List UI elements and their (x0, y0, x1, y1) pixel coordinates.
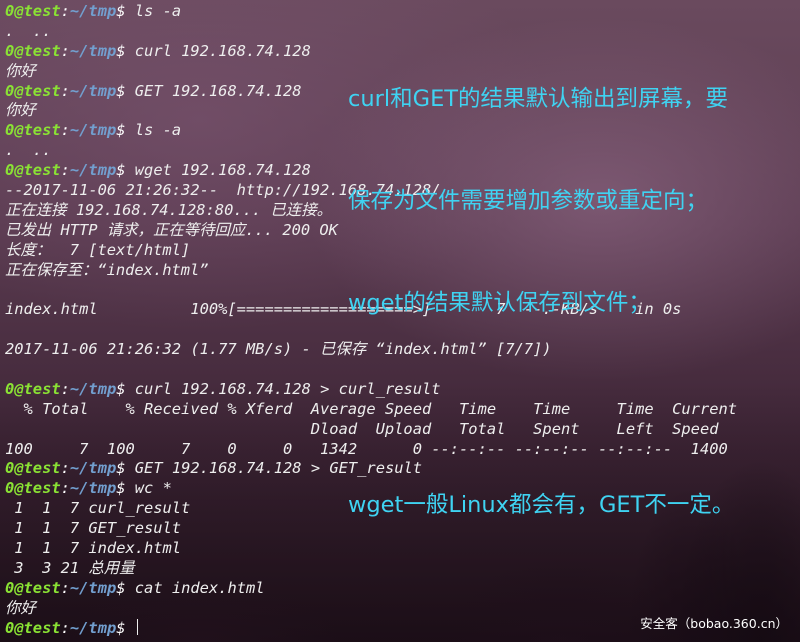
command-text: ls -a (125, 121, 182, 140)
prompt-user: 0@test (5, 41, 61, 60)
prompt-user: 0@test (5, 81, 61, 100)
prompt-path: ~/tmp (69, 578, 117, 597)
prompt-separator: : (60, 161, 70, 180)
prompt-separator: : (60, 81, 70, 100)
watermark: 安全客（bobao.360.cn） (640, 616, 788, 631)
command-line: 0@test:~/tmp$ cat index.html (5, 579, 800, 599)
command-text (126, 619, 135, 637)
annotation-line-4: wget一般Linux都会有，GET不一定。 (348, 492, 735, 518)
prompt-dollar: $ (116, 161, 126, 180)
prompt-user: 0@test (5, 578, 61, 597)
command-text: GET 192.168.74.128 (125, 81, 302, 100)
prompt-dollar: $ (116, 41, 126, 60)
prompt-separator: : (60, 459, 70, 478)
prompt-user: 0@test (5, 618, 61, 637)
prompt-separator: : (60, 578, 70, 597)
prompt-separator: : (60, 41, 70, 60)
prompt-user: 0@test (5, 2, 61, 20)
prompt-dollar: $ (116, 578, 126, 597)
prompt-separator: : (60, 479, 70, 498)
prompt-separator: : (60, 379, 70, 398)
prompt-dollar: $ (116, 618, 126, 637)
annotation-line-2: 保存为文件需要增加参数或重定向； (348, 188, 709, 214)
prompt-path: ~/tmp (69, 161, 117, 180)
prompt-separator: : (60, 618, 70, 637)
prompt-path: ~/tmp (69, 618, 117, 637)
prompt-user: 0@test (5, 379, 61, 398)
command-text: cat index.html (125, 578, 265, 597)
prompt-path: ~/tmp (69, 41, 117, 60)
prompt-dollar: $ (116, 81, 126, 100)
annotation-text: curl和GET的结果默认输出到屏幕，要 保存为文件需要增加参数或重定向； wg… (348, 14, 798, 556)
prompt-path: ~/tmp (69, 459, 117, 478)
text-cursor[interactable] (136, 618, 138, 635)
command-text: wc * (125, 479, 172, 498)
prompt-user: 0@test (5, 459, 61, 478)
command-text: ls -a (125, 2, 182, 20)
prompt-path: ~/tmp (69, 2, 117, 20)
prompt-dollar: $ (116, 121, 126, 140)
prompt-separator: : (60, 2, 70, 20)
prompt-user: 0@test (5, 161, 61, 180)
prompt-dollar: $ (116, 379, 126, 398)
prompt-dollar: $ (116, 459, 126, 478)
prompt-dollar: $ (116, 2, 126, 20)
command-text: curl 192.168.74.128 (125, 41, 311, 60)
prompt-dollar: $ (116, 479, 126, 498)
command-text: wget 192.168.74.128 (125, 161, 311, 180)
prompt-path: ~/tmp (69, 121, 117, 140)
prompt-user: 0@test (5, 121, 61, 140)
prompt-user: 0@test (5, 479, 61, 498)
annotation-line-1: curl和GET的结果默认输出到屏幕，要 (348, 86, 729, 112)
output-line: 3 3 21 总用量 (5, 558, 135, 577)
annotation-line-3: wget的结果默认保存到文件； (348, 290, 651, 316)
prompt-separator: : (60, 121, 70, 140)
prompt-path: ~/tmp (69, 479, 117, 498)
prompt-path: ~/tmp (69, 379, 117, 398)
prompt-path: ~/tmp (69, 81, 117, 100)
